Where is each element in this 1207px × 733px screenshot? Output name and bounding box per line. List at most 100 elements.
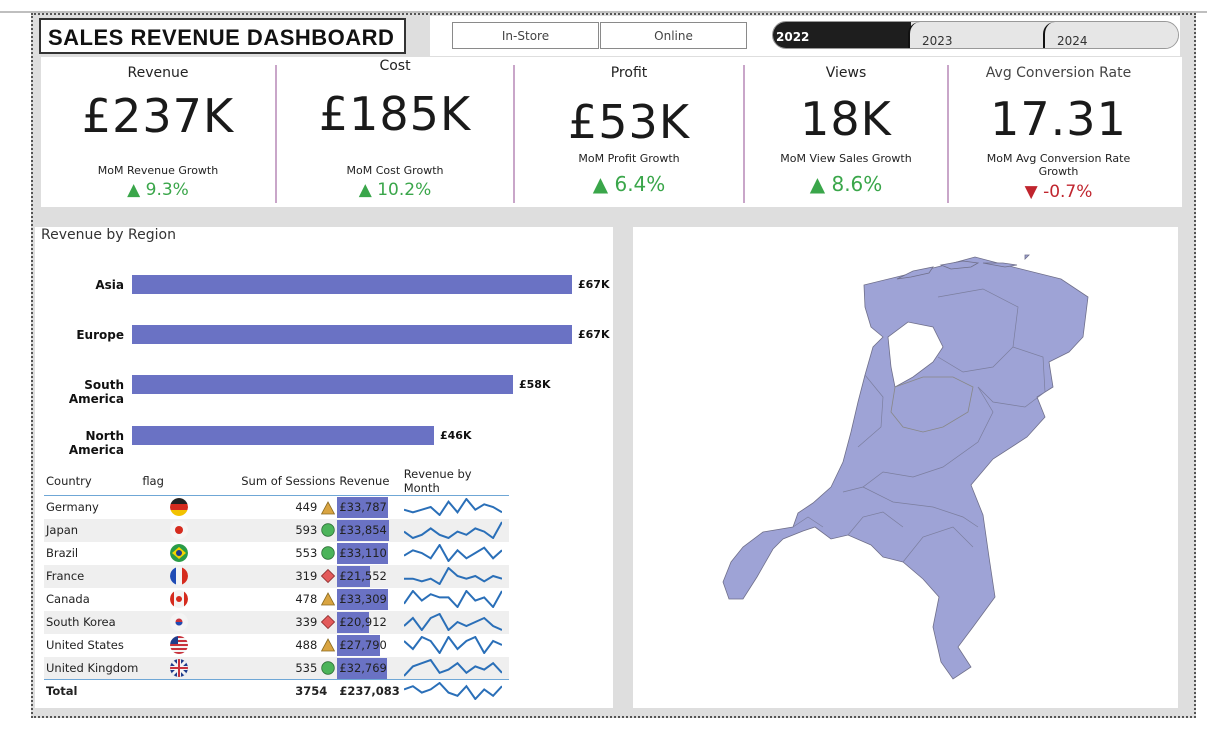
kpi-label: Revenue bbox=[127, 65, 189, 81]
south-korea-flag-icon bbox=[170, 613, 189, 631]
revenue-cell: £27,790 bbox=[337, 634, 401, 657]
revenue-value: £20,912 bbox=[339, 615, 387, 629]
kpi-growth: ▲ 9.3% bbox=[41, 180, 275, 200]
table-row[interactable]: United Kingdom 535 £32,769 bbox=[44, 656, 509, 680]
flag-cell bbox=[140, 496, 200, 519]
dashboard-title: SALES REVENUE DASHBOARD bbox=[48, 25, 395, 50]
table-row[interactable]: Germany 449 £33,787 bbox=[44, 496, 509, 519]
sessions-value: 535 bbox=[295, 660, 318, 675]
region-bar[interactable] bbox=[132, 275, 572, 294]
country-cell: Germany bbox=[46, 500, 99, 515]
flag-cell bbox=[140, 518, 201, 542]
col-revenue-header[interactable]: Revenue bbox=[337, 467, 402, 496]
bar-category-label: South America bbox=[68, 378, 124, 406]
sessions-value: 339 bbox=[295, 614, 318, 629]
kpi-value: £53K bbox=[568, 95, 690, 149]
revenue-by-month-cell bbox=[402, 588, 509, 611]
revenue-cell: £33,854 bbox=[337, 518, 402, 542]
up-arrow-icon: ▲ bbox=[809, 172, 826, 196]
triangle-indicator-icon bbox=[321, 638, 336, 652]
channel-in-store-button[interactable]: In-Store bbox=[452, 22, 599, 49]
table-row[interactable]: France 319 £21,552 bbox=[44, 564, 509, 588]
flag-cell bbox=[140, 564, 201, 588]
year-2024-button[interactable]: 2024 bbox=[1043, 22, 1178, 48]
region-bar[interactable] bbox=[132, 375, 513, 394]
diamond-indicator-icon bbox=[321, 615, 336, 630]
revenue-value: £27,790 bbox=[339, 638, 387, 652]
flag-cell bbox=[140, 610, 201, 634]
canada-flag-icon bbox=[170, 590, 189, 608]
kpi-growth-label: MoM View Sales Growth bbox=[780, 152, 912, 165]
region-chart-title: Revenue by Region bbox=[41, 227, 176, 243]
sparkline bbox=[403, 635, 503, 655]
kpi-growth: ▲ 10.2% bbox=[277, 180, 513, 200]
kpi-growth-label: MoM Profit Growth bbox=[578, 152, 680, 165]
kpi-revenue: Revenue £237K MoM Revenue Growth ▲ 9.3% bbox=[41, 57, 275, 207]
revenue-by-month-cell bbox=[402, 496, 509, 519]
kpi-avg-conversion-rate: Avg Conversion Rate 17.31 MoM Avg Conver… bbox=[949, 57, 1168, 207]
netherlands-map[interactable] bbox=[633, 227, 1178, 708]
country-table: Country flag Sum of Sessions Revenue Rev… bbox=[44, 467, 509, 703]
revenue-by-month-cell bbox=[401, 610, 509, 634]
col-flag-header[interactable]: flag bbox=[140, 467, 201, 496]
table-row[interactable]: South Korea 339 £20,912 bbox=[44, 610, 509, 634]
revenue-value: £33,787 bbox=[339, 500, 387, 515]
sparkline bbox=[402, 658, 503, 677]
sessions-cell: 339 bbox=[200, 610, 338, 634]
year-2022-button[interactable]: 2022 bbox=[773, 22, 911, 48]
total-flag-cell bbox=[140, 679, 201, 703]
kpi-label: Avg Conversion Rate bbox=[985, 65, 1132, 81]
diamond-indicator-icon bbox=[321, 569, 336, 584]
total-label: Total bbox=[44, 679, 141, 703]
revenue-by-month-cell bbox=[402, 634, 509, 657]
total-sessions: 3754 bbox=[200, 679, 338, 703]
table-header-row: Country flag Sum of Sessions Revenue Rev… bbox=[44, 467, 509, 496]
kpi-strip: Revenue £237K MoM Revenue Growth ▲ 9.3% … bbox=[41, 57, 1182, 207]
up-arrow-icon: ▲ bbox=[592, 172, 609, 196]
revenue-value: £33,309 bbox=[339, 592, 387, 606]
table-total-row: Total 3754 £237,083 bbox=[44, 679, 509, 703]
table-row[interactable]: Japan 593 £33,854 bbox=[44, 518, 509, 542]
kpi-growth-value: 9.3% bbox=[145, 180, 189, 200]
bar-category-label: Asia bbox=[95, 278, 124, 292]
region-bar[interactable] bbox=[132, 325, 572, 344]
sessions-cell: 593 bbox=[200, 518, 338, 542]
kpi-growth: ▲ 6.4% bbox=[515, 172, 743, 196]
revenue-cell: £32,769 bbox=[337, 656, 402, 680]
sessions-value: 319 bbox=[295, 568, 318, 583]
kpi-value: £237K bbox=[81, 89, 235, 143]
sparkline bbox=[403, 681, 503, 701]
revenue-cell: £33,309 bbox=[337, 588, 401, 611]
kpi-profit: Profit £53K MoM Profit Growth ▲ 6.4% bbox=[515, 57, 743, 207]
triangle-indicator-icon bbox=[321, 500, 336, 514]
sessions-value: 478 bbox=[295, 591, 318, 606]
sparkline bbox=[403, 521, 503, 540]
col-revenue-by-month-header[interactable]: Revenue by Month bbox=[401, 467, 509, 496]
sessions-value: 488 bbox=[295, 637, 318, 652]
revenue-cell: £21,552 bbox=[337, 564, 402, 588]
revenue-cell: £20,912 bbox=[337, 610, 402, 634]
kpi-label: Cost bbox=[379, 58, 411, 74]
sessions-cell: 449 bbox=[200, 496, 337, 519]
col-sessions-header[interactable]: Sum of Sessions bbox=[200, 467, 338, 496]
table-body: Germany 449 £33,787 Japan 593 £33,854 Brazil 55… bbox=[44, 496, 509, 703]
year-2023-button[interactable]: 2023 bbox=[908, 22, 1046, 48]
region-bar[interactable] bbox=[132, 426, 434, 445]
sparkline bbox=[403, 612, 503, 632]
kpi-growth: ▲ 8.6% bbox=[745, 172, 947, 196]
united-states-flag-icon bbox=[170, 636, 189, 654]
kpi-growth-value: 6.4% bbox=[614, 172, 666, 196]
revenue-by-month-cell bbox=[402, 542, 509, 565]
up-arrow-icon: ▲ bbox=[358, 180, 372, 200]
table-row[interactable]: United States 488 £27,790 bbox=[44, 634, 509, 657]
revenue-value: £32,769 bbox=[339, 660, 387, 675]
table-row[interactable]: Canada 478 £33,309 bbox=[44, 588, 509, 611]
col-country-header[interactable]: Country bbox=[44, 467, 141, 496]
table-row[interactable]: Brazil 553 £33,110 bbox=[44, 542, 509, 565]
bar-value-label: £67K bbox=[578, 328, 610, 341]
circle-indicator-icon bbox=[321, 523, 336, 537]
revenue-cell: £33,787 bbox=[337, 496, 401, 519]
sparkline bbox=[403, 566, 502, 586]
channel-online-button[interactable]: Online bbox=[600, 22, 747, 49]
window-top-bar bbox=[0, 0, 1207, 13]
